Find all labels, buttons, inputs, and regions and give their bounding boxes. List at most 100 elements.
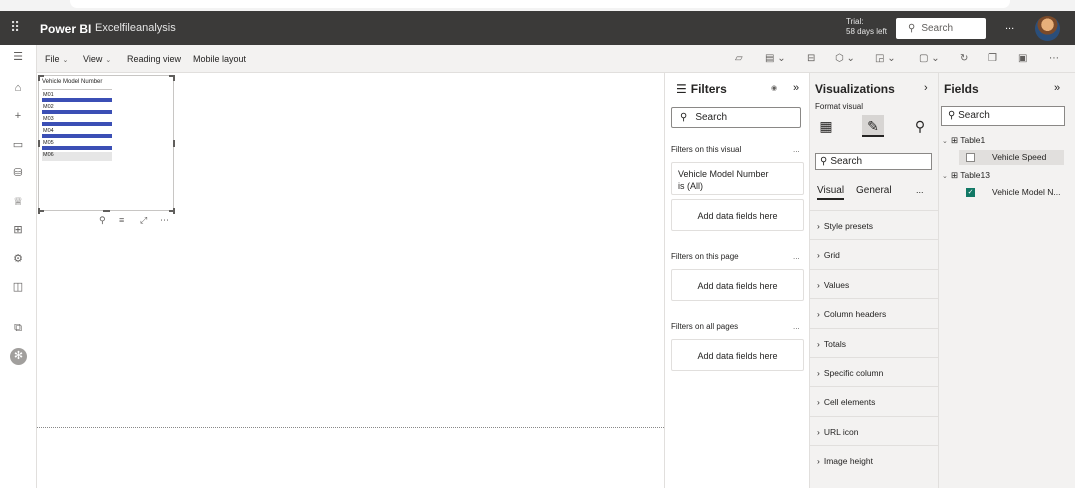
- table-item[interactable]: ⌄ ⊞ Table1: [942, 135, 985, 146]
- add-page-filter-dropzone[interactable]: Add data fields here: [671, 269, 804, 301]
- format-section-header: › Values: [817, 280, 849, 290]
- create-icon[interactable]: +: [11, 109, 25, 123]
- filter-icon[interactable]: ≡: [119, 215, 124, 225]
- filters-title-text: Filters: [690, 82, 727, 96]
- mobile-layout-button[interactable]: Mobile layout: [193, 54, 246, 64]
- filters-search-input[interactable]: ⚲ Search: [671, 107, 801, 128]
- page-icon[interactable]: ▢ ⌄: [919, 53, 940, 64]
- slicer-item[interactable]: M01: [42, 92, 112, 102]
- slicer-item-label: M06: [43, 152, 54, 158]
- my-workspace-icon[interactable]: ⧉: [11, 321, 25, 335]
- format-section[interactable]: › Specific column: [810, 357, 939, 386]
- build-visual-icon[interactable]: ▦: [815, 115, 837, 137]
- datahub-icon[interactable]: ⛁: [11, 166, 25, 180]
- address-bar[interactable]: [70, 0, 1010, 8]
- field-item[interactable]: ✓ Vehicle Model N...: [959, 185, 1064, 200]
- visual-icon[interactable]: ◲ ⌄: [875, 53, 896, 64]
- resize-handle[interactable]: [38, 210, 44, 212]
- slicer-item[interactable]: M06: [42, 152, 112, 161]
- filter-card[interactable]: Vehicle Model Number is (All): [671, 162, 804, 195]
- app-launcher-icon[interactable]: ⠿: [10, 20, 24, 34]
- more-options-button[interactable]: ...: [1005, 20, 1014, 32]
- comment-icon[interactable]: ▱: [735, 53, 743, 64]
- format-section[interactable]: › Cell elements: [810, 386, 939, 415]
- ribbon-more-icon[interactable]: ⋯: [1049, 53, 1059, 64]
- workspace-avatar-icon[interactable]: ✻: [10, 348, 27, 365]
- report-name[interactable]: Excelfileanalysis: [95, 22, 176, 34]
- resize-handle[interactable]: [173, 140, 175, 147]
- brand-name[interactable]: Power BI: [40, 22, 91, 36]
- field-item[interactable]: Vehicle Speed: [959, 150, 1064, 165]
- filters-visual-more-icon[interactable]: ...: [793, 145, 800, 154]
- resize-handle[interactable]: [38, 140, 40, 147]
- collapse-visualizations-icon[interactable]: ›: [924, 82, 928, 94]
- fields-search-input[interactable]: ⚲ Search: [941, 106, 1065, 126]
- search-icon: ⚲: [680, 112, 688, 123]
- filters-page-more-icon[interactable]: ...: [793, 252, 800, 261]
- analytics-icon[interactable]: ⚲: [909, 115, 931, 137]
- textbox-icon[interactable]: ▤ ⌄: [765, 53, 786, 64]
- home-icon[interactable]: ⌂: [11, 81, 25, 95]
- global-search-placeholder: Search: [921, 23, 954, 34]
- slicer-divider: [42, 89, 112, 90]
- learn-icon[interactable]: ⚙: [11, 252, 25, 266]
- focus-mode-icon[interactable]: ⤢: [140, 215, 147, 226]
- filters-all-more-icon[interactable]: ...: [793, 322, 800, 331]
- format-visual-icon[interactable]: ✎: [862, 115, 884, 137]
- tab-visual[interactable]: Visual: [817, 185, 845, 200]
- goals-icon[interactable]: ♕: [11, 195, 25, 209]
- refresh-icon[interactable]: ↻: [960, 53, 968, 64]
- resize-handle[interactable]: [169, 210, 175, 212]
- format-section[interactable]: › Grid: [810, 239, 939, 268]
- filters-on-page-heading: Filters on this page: [671, 252, 739, 261]
- slicer-item[interactable]: M05: [42, 140, 112, 150]
- avatar[interactable]: [1035, 16, 1060, 41]
- resize-handle[interactable]: [38, 75, 40, 81]
- format-section[interactable]: › Style presets: [810, 210, 939, 239]
- reading-view-button[interactable]: Reading view: [127, 54, 181, 64]
- tab-general[interactable]: General: [856, 185, 892, 196]
- field-checkbox[interactable]: ✓: [966, 188, 975, 197]
- save-icon[interactable]: ▣: [1018, 53, 1027, 64]
- collapse-fields-icon[interactable]: »: [1054, 82, 1060, 94]
- field-name: Vehicle Model N...: [992, 187, 1061, 197]
- format-section[interactable]: › Column headers: [810, 298, 939, 327]
- resize-handle[interactable]: [103, 210, 110, 212]
- apps-icon[interactable]: ⊞: [11, 223, 25, 237]
- format-section[interactable]: › Totals: [810, 327, 939, 357]
- chevron-right-icon: ›: [817, 338, 820, 349]
- visual-more-icon[interactable]: ⋯: [160, 215, 169, 226]
- visualizations-pane: Visualizations › Format visual ▦ ✎ ⚲ ⚲ Se…: [810, 73, 939, 488]
- resize-handle[interactable]: [173, 75, 175, 81]
- workspaces-icon[interactable]: ◫: [11, 280, 25, 294]
- format-more-icon[interactable]: ...: [916, 185, 924, 195]
- format-search-input[interactable]: ⚲ Search: [815, 153, 932, 170]
- search-icon: ⚲: [820, 156, 828, 167]
- copy-icon[interactable]: ❐: [988, 53, 997, 64]
- add-visual-filter-dropzone[interactable]: Add data fields here: [671, 199, 804, 231]
- slicer-visual[interactable]: Vehicle Model Number M01 M02 M03 M04 M05 M06: [38, 75, 175, 214]
- trial-days: 58 days left: [846, 27, 887, 36]
- slicer-item[interactable]: M02: [42, 104, 112, 114]
- pin-icon[interactable]: ⚲: [99, 215, 106, 226]
- eye-icon[interactable]: ◉: [771, 84, 777, 92]
- table-item[interactable]: ⌄ ⊞ Table13: [942, 170, 990, 181]
- add-report-filter-dropzone[interactable]: Add data fields here: [671, 339, 804, 371]
- page-boundary: [37, 427, 664, 428]
- format-section[interactable]: › URL icon: [810, 415, 939, 445]
- file-menu[interactable]: File ⌄: [45, 54, 68, 64]
- shapes-icon[interactable]: ⬡ ⌄: [835, 53, 855, 64]
- collapse-filters-icon[interactable]: »: [793, 82, 799, 94]
- view-menu[interactable]: View ⌄: [83, 54, 111, 64]
- global-search-input[interactable]: ⚲ Search: [896, 18, 986, 39]
- format-section-header: › Totals: [817, 339, 846, 349]
- field-checkbox[interactable]: [966, 153, 975, 162]
- slicer-item[interactable]: M04: [42, 128, 112, 138]
- format-section[interactable]: › Values: [810, 268, 939, 298]
- search-icon: ⚲: [908, 23, 916, 34]
- browse-icon[interactable]: ▭: [11, 138, 25, 152]
- slicer-item[interactable]: M03: [42, 116, 112, 126]
- button-icon[interactable]: ⊟: [807, 53, 815, 64]
- hamburger-icon[interactable]: ☰: [11, 50, 25, 64]
- format-section[interactable]: › Image height: [810, 445, 939, 474]
